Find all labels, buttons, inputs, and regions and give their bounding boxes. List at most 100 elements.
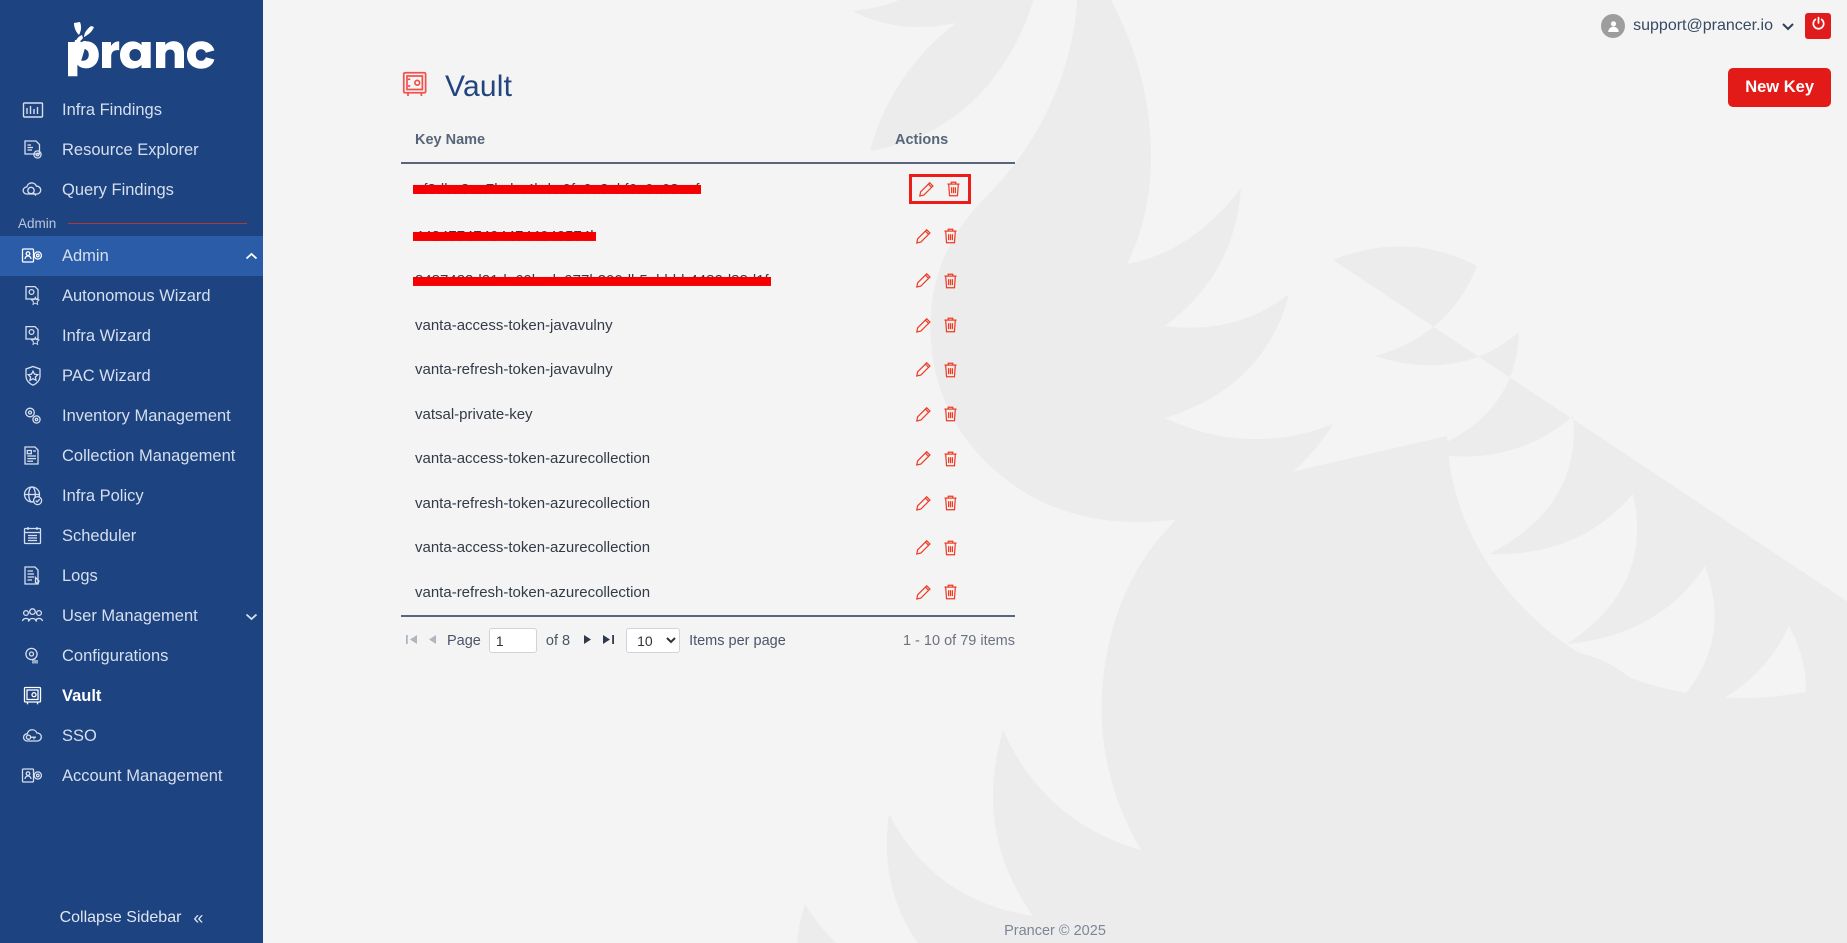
sidebar-item-autonomous-wizard[interactable]: Autonomous Wizard — [0, 276, 263, 316]
sidebar-item-label: Collection Management — [62, 446, 236, 465]
sidebar-item-label: User Management — [62, 606, 198, 625]
chevron-down-icon[interactable] — [239, 612, 263, 621]
admin-users-gear-icon — [18, 243, 48, 269]
cell-actions — [895, 348, 1015, 393]
sidebar-item-sso[interactable]: SSO — [0, 716, 263, 756]
sidebar-item-configurations[interactable]: Configurations — [0, 636, 263, 676]
table-header-row: Key Name Actions — [401, 132, 1015, 164]
cell-key-name: vanta-access-token-azurecollection — [401, 437, 895, 482]
pencil-icon[interactable] — [915, 450, 932, 467]
last-page-button[interactable] — [602, 633, 615, 649]
table-row: vanta-refresh-token-azurecollection — [401, 481, 1015, 526]
sidebar-item-logs[interactable]: Logs — [0, 556, 263, 596]
pencil-icon[interactable] — [915, 539, 932, 556]
first-page-button[interactable] — [405, 633, 418, 649]
shield-star-icon — [18, 363, 48, 389]
sidebar-item-query-findings[interactable]: Query Findings — [0, 170, 263, 210]
sidebar-item-label: Logs — [62, 566, 98, 585]
trash-icon[interactable] — [942, 450, 959, 468]
sidebar-item-label: Autonomous Wizard — [62, 286, 211, 305]
pencil-icon[interactable] — [915, 361, 932, 378]
new-key-button[interactable]: New Key — [1728, 67, 1831, 107]
sidebar-item-account-management[interactable]: Account Management — [0, 756, 263, 796]
cell-actions — [895, 392, 1015, 437]
collection-doc-icon — [18, 443, 48, 469]
sidebar-item-label: SSO — [62, 726, 97, 745]
items-per-page-label: Items per page — [689, 632, 786, 649]
trash-icon[interactable] — [942, 494, 959, 512]
page-header: Vault New Key — [263, 52, 1847, 114]
cell-key-name: 8487483d21da69bcda977b300db5ebbbb4482d88… — [401, 259, 895, 304]
sidebar-item-collection-management[interactable]: Collection Management — [0, 436, 263, 476]
trash-icon[interactable] — [942, 405, 959, 423]
sidebar-item-inventory-management[interactable]: Inventory Management — [0, 396, 263, 436]
pencil-icon[interactable] — [915, 228, 932, 245]
chevron-up-icon[interactable] — [239, 252, 263, 261]
pencil-icon[interactable] — [915, 495, 932, 512]
pencil-icon[interactable] — [915, 406, 932, 423]
row-actions — [909, 447, 965, 471]
sidebar-item-pac-wizard[interactable]: PAC Wizard — [0, 356, 263, 396]
row-actions — [909, 358, 965, 382]
sidebar-item-infra-policy[interactable]: Infra Policy — [0, 476, 263, 516]
next-page-button[interactable] — [583, 633, 594, 649]
sidebar-item-infra-findings[interactable]: Infra Findings — [0, 92, 263, 130]
pencil-icon[interactable] — [915, 584, 932, 601]
sidebar-item-label: Vault — [62, 686, 102, 705]
sidebar-item-vault[interactable]: Vault — [0, 676, 263, 716]
page-number-input[interactable] — [488, 628, 537, 653]
page-size-select[interactable]: 102050100 — [626, 628, 681, 653]
prev-page-button[interactable] — [426, 633, 437, 649]
chevron-down-icon[interactable] — [1781, 19, 1795, 34]
key-name: vanta-access-token-javavulny — [415, 316, 613, 334]
account-gear-icon — [18, 763, 48, 789]
page-title: Vault — [445, 70, 513, 103]
pencil-icon[interactable] — [915, 317, 932, 334]
logout-power-button[interactable] — [1805, 13, 1831, 39]
key-name: vanta-refresh-token-azurecollection — [415, 583, 651, 601]
sidebar-item-infra-wizard[interactable]: Infra Wizard — [0, 316, 263, 356]
resource-explorer-icon — [18, 137, 48, 163]
cell-key-name: vanta-refresh-token-azurecollection — [401, 570, 895, 617]
cell-actions — [895, 163, 1015, 214]
cell-actions — [895, 570, 1015, 617]
main-content: support@prancer.io Vault New Key Key Nam… — [263, 0, 1847, 943]
sidebar-item-user-management[interactable]: User Management — [0, 596, 263, 636]
sidebar-item-resource-explorer[interactable]: Resource Explorer — [0, 130, 263, 170]
user-menu[interactable]: support@prancer.io — [1601, 14, 1795, 38]
sidebar-item-label: Inventory Management — [62, 406, 231, 425]
top-bar: support@prancer.io — [263, 0, 1847, 52]
table-row: vanta-refresh-token-azurecollection — [401, 570, 1015, 617]
trash-icon[interactable] — [942, 539, 959, 557]
brand-logo[interactable] — [0, 0, 263, 92]
trash-icon[interactable] — [942, 227, 959, 245]
row-actions — [909, 224, 965, 248]
sidebar-item-label: Resource Explorer — [62, 140, 199, 159]
pencil-icon[interactable] — [915, 272, 932, 289]
trash-icon[interactable] — [942, 316, 959, 334]
key-name: vanta-access-token-azurecollection — [415, 539, 651, 557]
sidebar-item-label: Infra Wizard — [62, 326, 151, 345]
wizard-doc-star-icon — [18, 283, 48, 309]
trash-icon[interactable] — [942, 583, 959, 601]
bar-chart-icon — [18, 97, 48, 123]
row-actions — [909, 491, 965, 515]
table-row: vanta-access-token-azurecollection — [401, 437, 1015, 482]
section-divider — [68, 222, 247, 224]
sidebar-item-label: PAC Wizard — [62, 366, 151, 385]
trash-icon[interactable] — [945, 180, 962, 198]
cell-key-name: vanta-access-token-javavulny — [401, 303, 895, 348]
pencil-icon[interactable] — [918, 181, 935, 198]
trash-icon[interactable] — [942, 361, 959, 379]
trash-icon[interactable] — [942, 272, 959, 290]
sidebar-item-admin[interactable]: Admin — [0, 236, 263, 276]
collapse-sidebar-button[interactable]: Collapse Sidebar « — [0, 893, 263, 943]
cell-actions — [895, 303, 1015, 348]
query-cloud-icon — [18, 177, 48, 203]
page-label: Page — [447, 632, 481, 649]
row-actions — [909, 313, 965, 337]
users-group-icon — [18, 603, 48, 629]
cell-key-name: vanta-access-token-azurecollection — [401, 526, 895, 571]
sidebar-item-label: Admin — [62, 246, 109, 265]
sidebar-item-scheduler[interactable]: Scheduler — [0, 516, 263, 556]
